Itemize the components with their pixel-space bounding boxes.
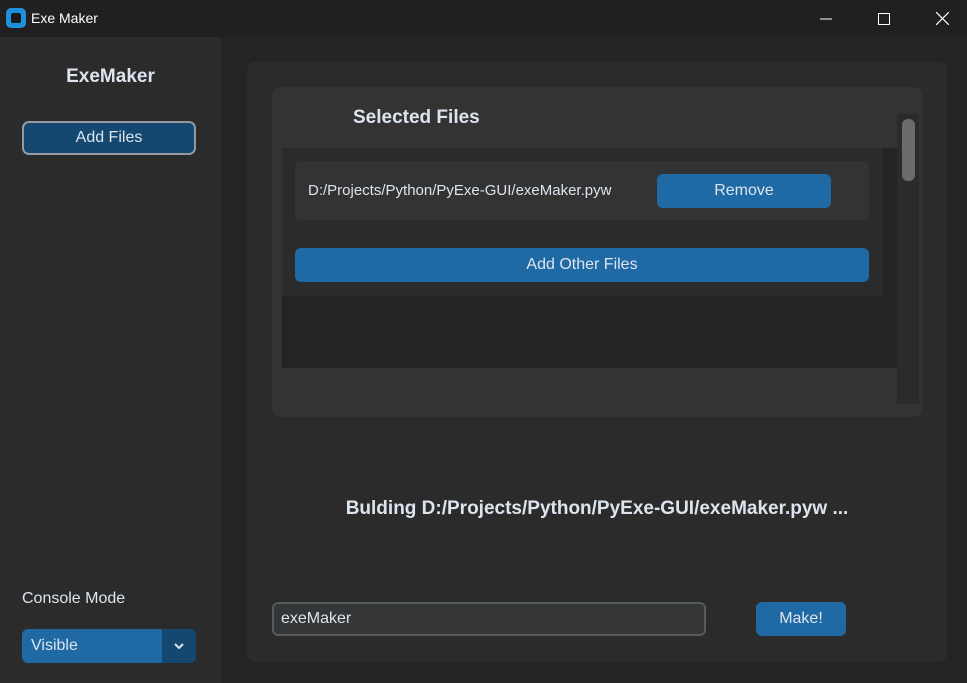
console-mode-dropdown-button[interactable]: [162, 629, 196, 663]
exe-name-input[interactable]: [272, 602, 706, 636]
files-container: D:/Projects/Python/PyExe-GUI/exeMaker.py…: [282, 148, 882, 296]
console-mode-select[interactable]: Visible: [22, 629, 196, 663]
window-title: Exe Maker: [31, 10, 98, 26]
app-logo-label: ExeMaker: [66, 66, 155, 87]
add-other-files-button[interactable]: Add Other Files: [295, 248, 869, 282]
close-button[interactable]: [913, 0, 967, 37]
app-icon: [6, 8, 26, 28]
sidebar: ExeMaker Add Files Console Mode Visible: [0, 37, 221, 683]
chevron-down-icon: [174, 643, 184, 649]
build-status-text: Bulding D:/Projects/Python/PyExe-GUI/exe…: [345, 498, 849, 519]
add-files-button[interactable]: Add Files: [22, 121, 196, 155]
main-panel: Selected Files D:/Projects/Python/PyExe-…: [247, 62, 947, 662]
selected-files-title: Selected Files: [353, 107, 480, 128]
selected-files-list: D:/Projects/Python/PyExe-GUI/exeMaker.py…: [282, 148, 897, 368]
close-icon: [935, 12, 949, 25]
console-mode-label: Console Mode: [22, 590, 126, 607]
file-row: D:/Projects/Python/PyExe-GUI/exeMaker.py…: [295, 161, 869, 220]
console-mode-value[interactable]: Visible: [22, 629, 162, 663]
minimize-icon: [820, 18, 832, 19]
selected-files-frame: Selected Files D:/Projects/Python/PyExe-…: [272, 87, 922, 417]
files-scrollbar[interactable]: [897, 114, 919, 404]
scrollbar-thumb[interactable]: [902, 119, 915, 181]
title-bar: Exe Maker: [0, 0, 967, 37]
remove-file-button[interactable]: Remove: [657, 174, 831, 208]
maximize-button[interactable]: [855, 0, 913, 37]
make-button[interactable]: Make!: [756, 602, 846, 636]
file-path: D:/Projects/Python/PyExe-GUI/exeMaker.py…: [308, 182, 612, 199]
maximize-icon: [878, 12, 890, 25]
minimize-button[interactable]: [797, 0, 855, 37]
